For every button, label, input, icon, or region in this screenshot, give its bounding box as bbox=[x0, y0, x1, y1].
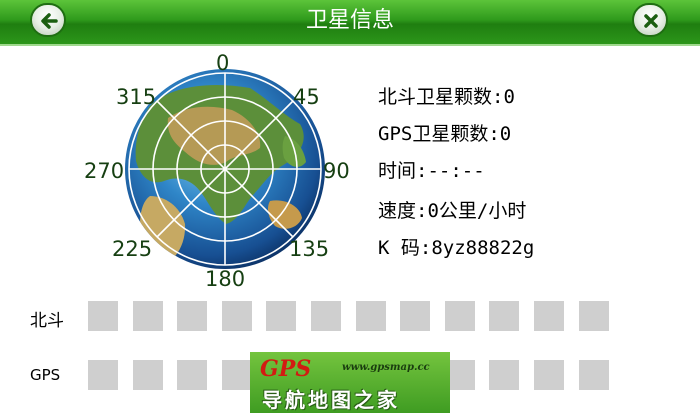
gps-signal-slot bbox=[221, 360, 252, 390]
degree-label-90: 90 bbox=[323, 159, 350, 183]
beidou-signal-slot bbox=[132, 301, 163, 331]
beidou-row-label: 北斗 bbox=[30, 311, 64, 331]
degree-label-225: 225 bbox=[112, 237, 153, 261]
gpsmap-watermark-logo: GPS www.gpsmap.cc 导航地图之家 bbox=[250, 352, 450, 413]
title-bar: 卫星信息 bbox=[0, 0, 700, 46]
degree-label-0: 0 bbox=[216, 51, 230, 75]
beidou-signal-slot bbox=[355, 301, 386, 331]
beidou-signal-slot bbox=[489, 301, 520, 331]
gps-row-label: GPS bbox=[30, 366, 61, 384]
degree-label-315: 315 bbox=[116, 85, 157, 109]
beidou-signal-slot bbox=[400, 301, 431, 331]
gps-signal-slot bbox=[489, 360, 520, 390]
beidou-signal-slot bbox=[578, 301, 609, 331]
degree-label-180: 180 bbox=[205, 267, 246, 291]
close-x-icon bbox=[644, 14, 658, 28]
degree-label-135: 135 bbox=[289, 237, 330, 261]
degree-label-270: 270 bbox=[84, 159, 125, 183]
speed-readout: 速度:0公里/小时 bbox=[378, 200, 527, 222]
close-button[interactable] bbox=[632, 3, 668, 37]
watermark-url: www.gpsmap.cc bbox=[342, 362, 430, 373]
gps-satellite-count: GPS卫星颗数:0 bbox=[378, 123, 512, 145]
beidou-signal-slot bbox=[88, 301, 118, 331]
k-code-readout: K 码:8yz88822g bbox=[378, 237, 535, 259]
gps-signal-slot bbox=[578, 360, 609, 390]
beidou-signal-slot bbox=[221, 301, 252, 331]
gps-signal-slot bbox=[534, 360, 564, 390]
beidou-signal-slot bbox=[266, 301, 297, 331]
gps-signal-slot bbox=[88, 360, 118, 390]
beidou-signal-slot bbox=[177, 301, 208, 331]
watermark-name: 导航地图之家 bbox=[262, 388, 400, 412]
beidou-signal-slot bbox=[444, 301, 475, 331]
back-button[interactable] bbox=[30, 3, 66, 37]
time-readout: 时间:--:-- bbox=[378, 160, 485, 182]
beidou-signal-slot bbox=[534, 301, 564, 331]
gps-signal-slot bbox=[177, 360, 208, 390]
page-title: 卫星信息 bbox=[305, 8, 394, 33]
watermark-brand: GPS bbox=[260, 356, 312, 382]
degree-label-45: 45 bbox=[293, 85, 320, 109]
gps-signal-slot bbox=[132, 360, 163, 390]
beidou-signal-slot bbox=[311, 301, 341, 331]
beidou-satellite-count: 北斗卫星颗数:0 bbox=[378, 86, 515, 108]
satellite-sky-plot: 0 45 90 135 180 225 270 315 bbox=[0, 46, 370, 296]
back-arrow-icon bbox=[41, 13, 58, 29]
